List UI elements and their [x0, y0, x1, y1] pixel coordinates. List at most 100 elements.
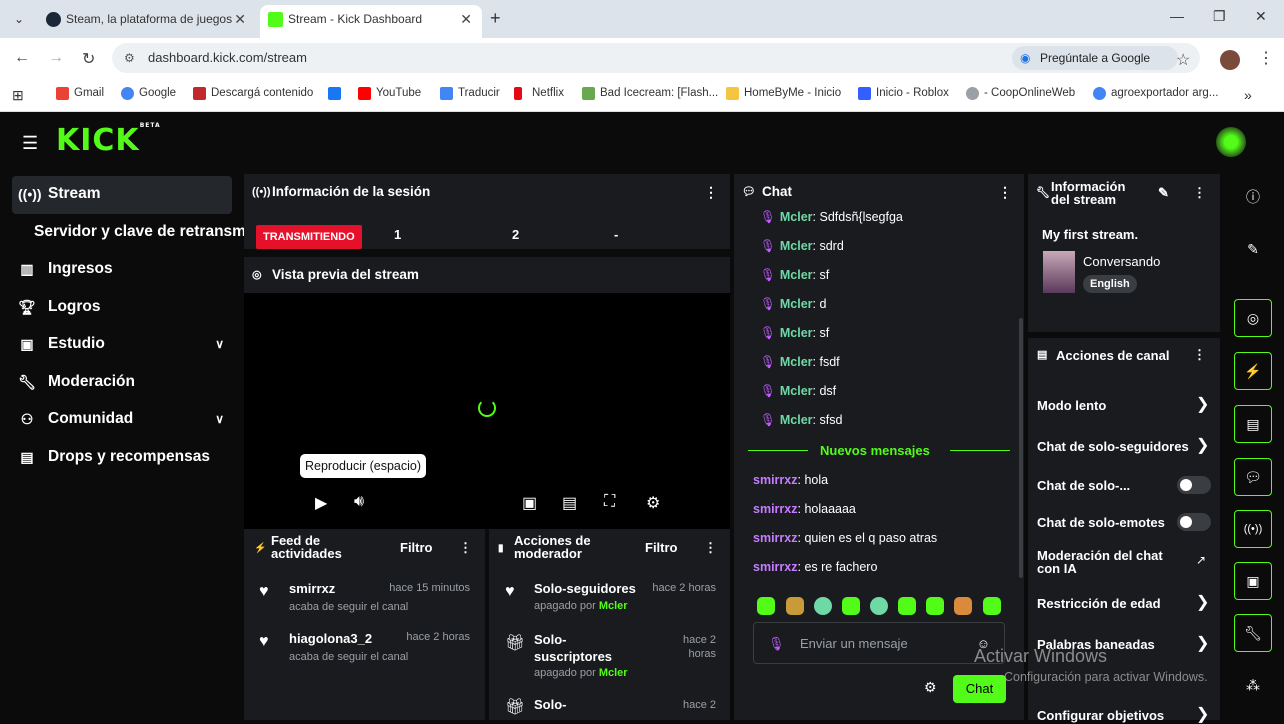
more-icon[interactable]: ⋮: [1193, 185, 1206, 201]
chat-message[interactable]: 🎙︎ Mcler: Sdfdsñ{lsegfga: [760, 210, 903, 225]
follower-name[interactable]: smirrxz: [289, 581, 335, 596]
emote-icon[interactable]: [814, 597, 832, 615]
chevron-right-icon[interactable]: ❯: [1196, 704, 1209, 724]
tab-search-icon[interactable]: ⌄: [8, 8, 30, 30]
broadcast-icon[interactable]: ((•)): [1234, 510, 1272, 548]
chat-message[interactable]: smirrxz: holaaaaa: [753, 502, 856, 516]
activity-filter-button[interactable]: Filtro: [400, 540, 433, 555]
emote-icon[interactable]: [842, 597, 860, 615]
more-widgets-icon[interactable]: ⁂: [1234, 667, 1272, 705]
site-info-icon[interactable]: ⚙: [124, 51, 135, 65]
more-icon[interactable]: ⋮: [704, 540, 717, 556]
settings-gear-icon[interactable]: ⚙: [646, 493, 660, 513]
sidebar-item-estudio[interactable]: ▣ Estudio ∨: [0, 326, 244, 364]
chat-message[interactable]: 🎙︎ Mcler: sf: [760, 326, 829, 341]
chat-message[interactable]: smirrxz: quien es el q paso atras: [753, 531, 937, 545]
bookmark-bad-icecream[interactable]: Bad Icecream: [Flash...: [582, 87, 718, 100]
sidebar-item-stream[interactable]: ((•)) Stream: [12, 176, 232, 214]
external-link-icon[interactable]: ↗: [1196, 553, 1206, 567]
emote-icon[interactable]: [757, 597, 775, 615]
hamburger-menu-icon[interactable]: ☰: [22, 133, 38, 154]
emote-icon[interactable]: [983, 597, 1001, 615]
profile-avatar[interactable]: [1220, 50, 1240, 70]
fullscreen-icon[interactable]: ⛶: [604, 493, 615, 511]
bookmark-gmail[interactable]: Gmail: [56, 87, 104, 100]
toggle-emotes-only[interactable]: [1177, 513, 1211, 531]
bookmark-netflix[interactable]: Netflix: [514, 87, 564, 100]
minimize-icon[interactable]: —: [1170, 8, 1184, 24]
apps-grid-icon[interactable]: ⊞: [12, 87, 24, 104]
preview-widget-icon[interactable]: ◎: [1234, 299, 1272, 337]
mod-filter-button[interactable]: Filtro: [645, 540, 678, 555]
chevron-right-icon[interactable]: ❯: [1196, 592, 1209, 612]
omnibox[interactable]: ⚙ dashboard.kick.com/stream ◉ Pregúntale…: [112, 43, 1200, 73]
chevron-right-icon[interactable]: ❯: [1196, 435, 1209, 455]
pip-icon[interactable]: ▣: [522, 493, 537, 513]
more-icon[interactable]: ⋮: [998, 174, 1012, 210]
chat-settings-icon[interactable]: ⚙: [924, 679, 937, 696]
bookmark-roblox[interactable]: Inicio - Roblox: [858, 87, 949, 100]
action-slow-mode[interactable]: Modo lento: [1037, 399, 1106, 412]
bookmark-google[interactable]: Google: [121, 87, 176, 100]
chat-message[interactable]: 🎙︎ Mcler: sf: [760, 268, 829, 283]
action-followers-only[interactable]: Chat de solo-seguidores: [1037, 440, 1189, 453]
maximize-icon[interactable]: ❐: [1213, 8, 1226, 25]
chat-message[interactable]: smirrxz: es re fachero: [753, 560, 877, 574]
user-avatar[interactable]: [1216, 127, 1246, 157]
emote-icon[interactable]: [786, 597, 804, 615]
sidebar-item-comunidad[interactable]: ⚇ Comunidad ∨: [0, 401, 244, 439]
emote-icon[interactable]: [898, 597, 916, 615]
toggle-subs-only[interactable]: [1177, 476, 1211, 494]
bookmark-coop[interactable]: - CoopOnlineWeb: [966, 87, 1075, 100]
emote-icon[interactable]: [926, 597, 944, 615]
edit-pencil-icon[interactable]: ✎: [1234, 231, 1272, 269]
action-age-restriction[interactable]: Restricción de edad: [1037, 597, 1161, 610]
more-bookmarks-icon[interactable]: »: [1244, 87, 1252, 103]
browser-menu-icon[interactable]: ⋮: [1258, 48, 1274, 68]
sidebar-item-logros[interactable]: 🏆︎ Logros: [0, 289, 244, 327]
reload-icon[interactable]: ↻: [82, 49, 95, 69]
chat-message[interactable]: 🎙︎ Mcler: sfsd: [760, 413, 842, 428]
bookmark-youtube[interactable]: YouTube: [358, 87, 421, 100]
chat-message[interactable]: 🎙︎ Mcler: dsf: [760, 384, 836, 399]
more-icon[interactable]: ⋮: [1193, 347, 1206, 363]
close-window-icon[interactable]: ✕: [1255, 8, 1267, 25]
ask-google-button[interactable]: ◉ Pregúntale a Google: [1012, 46, 1178, 70]
chat-message[interactable]: 🎙︎ Mcler: fsdf: [760, 355, 840, 370]
follower-name[interactable]: hiagolona3_2: [289, 631, 372, 646]
sidebar-item-ingresos[interactable]: ▥ Ingresos: [0, 251, 244, 289]
chat-message-input[interactable]: 🎙︎ Enviar un mensaje ☺: [753, 622, 1005, 664]
action-ai-moderation[interactable]: Moderación del chat con IA: [1037, 549, 1163, 575]
play-icon[interactable]: ▶: [315, 493, 327, 513]
wrench-icon[interactable]: 🔧︎: [1234, 614, 1272, 652]
url-text[interactable]: dashboard.kick.com/stream: [148, 50, 307, 65]
info-icon[interactable]: ⓘ: [1234, 179, 1272, 217]
volume-icon[interactable]: 🔊︎: [354, 493, 364, 511]
close-tab-icon[interactable]: ✕: [234, 5, 246, 33]
chevron-down-icon[interactable]: ∨: [215, 401, 224, 437]
tab-steam[interactable]: Steam, la plataforma de juegos ✕: [38, 5, 256, 38]
back-icon[interactable]: ←: [14, 49, 30, 67]
chevron-down-icon[interactable]: ∨: [215, 326, 224, 362]
emote-icon[interactable]: [870, 597, 888, 615]
bookmark-star-icon[interactable]: ☆: [1176, 50, 1190, 70]
bookmark-traducir[interactable]: Traducir: [440, 87, 500, 100]
more-icon[interactable]: ⋮: [704, 174, 718, 210]
tab-kick[interactable]: Stream - Kick Dashboard ✕: [260, 5, 482, 38]
emote-icon[interactable]: [954, 597, 972, 615]
sidebar-item-drops[interactable]: ▤ Drops y recompensas: [0, 439, 244, 477]
close-tab-icon[interactable]: ✕: [460, 5, 472, 33]
send-chat-button[interactable]: Chat: [953, 675, 1006, 703]
sidebar-item-moderacion[interactable]: 🔧︎ Moderación: [0, 364, 244, 402]
chat-scrollbar[interactable]: [1019, 318, 1023, 578]
bookmark-agroexportador[interactable]: agroexportador arg...: [1093, 87, 1218, 100]
chat-message[interactable]: smirrxz: hola: [753, 473, 828, 487]
sidebar-item-server-key[interactable]: Servidor y clave de retransm: [0, 214, 246, 252]
edit-pencil-icon[interactable]: ✎: [1158, 185, 1169, 201]
lightning-icon[interactable]: ⚡: [1234, 352, 1272, 390]
chevron-right-icon[interactable]: ❯: [1196, 633, 1209, 653]
bookmark-descarga[interactable]: Descargá contenido: [193, 87, 313, 100]
new-tab-icon[interactable]: +: [490, 8, 501, 29]
theater-icon[interactable]: ▤: [562, 493, 577, 513]
chat-bubble-icon[interactable]: 💬︎: [1234, 458, 1272, 496]
